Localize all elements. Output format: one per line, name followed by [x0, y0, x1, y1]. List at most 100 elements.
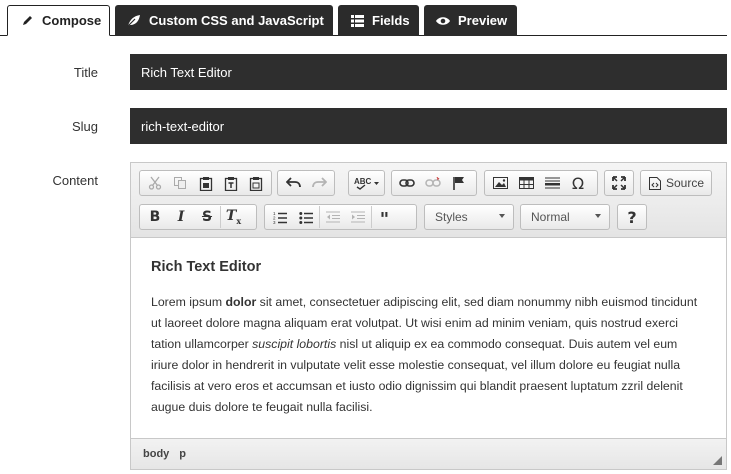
tab-label: Preview — [458, 13, 508, 28]
clipboard-icon — [199, 176, 212, 191]
bulleted-list-icon — [299, 211, 313, 224]
editor-toolbar: ABC Ω Source B I S Tx 1 2 3 " Styles Nor… — [131, 163, 726, 238]
tab-bar: Compose Custom CSS and JavaScript Fields… — [0, 0, 731, 36]
paste-text-icon — [224, 176, 238, 191]
help-icon: ? — [627, 207, 637, 227]
maximize-group — [604, 170, 634, 196]
special-char-button[interactable]: Ω — [565, 172, 591, 194]
title-field[interactable]: Rich Text Editor — [130, 54, 727, 90]
unlink-button[interactable] — [420, 172, 446, 194]
list-icon — [350, 14, 364, 28]
maximize-icon — [612, 176, 626, 190]
paragraph-text: Lorem ipsum — [151, 295, 226, 309]
image-icon — [492, 177, 508, 189]
paragraph-bold-text: dolor — [225, 295, 257, 309]
omega-icon: Ω — [571, 173, 585, 193]
italic-button[interactable]: I — [168, 206, 194, 228]
undo-button[interactable] — [280, 172, 306, 194]
spellcheck-group: ABC — [348, 170, 385, 196]
italic-icon: I — [177, 209, 185, 225]
maximize-button[interactable] — [607, 172, 631, 194]
title-label: Title — [73, 65, 98, 80]
flag-icon — [453, 177, 464, 190]
clipboard-group — [139, 170, 272, 196]
paste-text-button[interactable] — [218, 172, 243, 194]
link-icon — [399, 179, 415, 187]
source-button[interactable]: Source — [643, 172, 709, 194]
paste-word-button[interactable] — [244, 172, 269, 194]
svg-text:3: 3 — [273, 220, 276, 224]
unlink-icon — [425, 177, 441, 187]
source-icon — [649, 176, 661, 190]
help-button[interactable]: ? — [620, 206, 644, 228]
quote-icon: " — [379, 209, 390, 230]
paragraph-italic-text: suscipit lobortis — [252, 337, 337, 351]
tab-preview[interactable]: Preview — [424, 5, 517, 36]
chevron-down-icon — [499, 214, 505, 218]
link-group — [391, 170, 477, 196]
rich-text-editor: ABC Ω Source B I S Tx 1 2 3 " Styles Nor… — [130, 162, 727, 470]
strike-button[interactable]: S — [194, 206, 220, 228]
numbered-list-button[interactable]: 123 — [267, 206, 293, 228]
bold-button[interactable]: B — [142, 206, 168, 228]
resize-handle[interactable] — [713, 456, 722, 465]
paste-button[interactable] — [193, 172, 218, 194]
editor-content-area[interactable]: Rich Text Editor Lorem ipsum dolor sit a… — [131, 239, 726, 438]
redo-icon — [311, 177, 327, 188]
spellcheck-icon: ABC — [354, 177, 379, 190]
element-path-p[interactable]: p — [179, 448, 186, 460]
image-button[interactable] — [487, 172, 513, 194]
slug-field[interactable]: rich-text-editor — [130, 108, 727, 144]
anchor-button[interactable] — [446, 172, 472, 194]
indent-button[interactable] — [345, 206, 371, 228]
content-heading: Rich Text Editor — [151, 259, 262, 275]
table-icon — [518, 177, 534, 189]
styles-label: Styles — [435, 210, 468, 224]
blockquote-button[interactable]: " — [371, 206, 397, 230]
remove-format-icon: Tx — [225, 208, 242, 226]
horizontal-rule-button[interactable] — [539, 172, 565, 194]
basicstyles-group: B I S Tx — [139, 204, 257, 230]
link-button[interactable] — [394, 172, 420, 194]
copy-icon — [174, 177, 187, 189]
copy-button[interactable] — [167, 172, 192, 194]
format-dropdown[interactable]: Normal — [520, 204, 610, 230]
styles-dropdown[interactable]: Styles — [424, 204, 514, 230]
undo-icon — [285, 177, 301, 188]
slug-label: Slug — [71, 119, 98, 134]
paste-word-icon — [250, 176, 263, 191]
numbered-list-icon: 123 — [273, 211, 287, 224]
indent-icon — [351, 211, 365, 223]
tab-custom-css-js[interactable]: Custom CSS and JavaScript — [115, 5, 333, 36]
tab-fields[interactable]: Fields — [338, 5, 419, 36]
insert-group: Ω — [484, 170, 598, 196]
outdent-button[interactable] — [319, 206, 345, 228]
scissors-icon — [148, 176, 161, 190]
help-group: ? — [617, 204, 647, 230]
cut-button[interactable] — [142, 172, 167, 194]
content-label: Content — [52, 173, 98, 188]
redo-button[interactable] — [306, 172, 332, 194]
undo-group — [277, 170, 335, 196]
bulleted-list-button[interactable] — [293, 206, 319, 228]
chevron-down-icon — [595, 214, 601, 218]
horizontal-rule-icon — [544, 177, 560, 188]
paragraph-group: 123 " — [264, 204, 417, 230]
source-label: Source — [666, 176, 705, 190]
spellcheck-button[interactable]: ABC — [351, 172, 382, 194]
editor-statusbar: body p — [131, 438, 726, 469]
source-group: Source — [640, 170, 712, 196]
tab-label: Custom CSS and JavaScript — [149, 13, 324, 28]
element-path-body[interactable]: body — [143, 448, 169, 460]
table-button[interactable] — [513, 172, 539, 194]
tab-compose[interactable]: Compose — [7, 5, 110, 36]
strikethrough-icon: S — [201, 209, 213, 225]
outdent-icon — [325, 211, 340, 223]
pencil-icon — [20, 14, 34, 28]
eye-icon — [436, 14, 450, 28]
remove-format-button[interactable]: Tx — [220, 206, 246, 228]
format-label: Normal — [531, 210, 570, 224]
tab-label: Compose — [42, 13, 102, 28]
bold-icon: B — [149, 209, 161, 225]
content-paragraph: Lorem ipsum dolor sit amet, consectetuer… — [151, 292, 706, 418]
